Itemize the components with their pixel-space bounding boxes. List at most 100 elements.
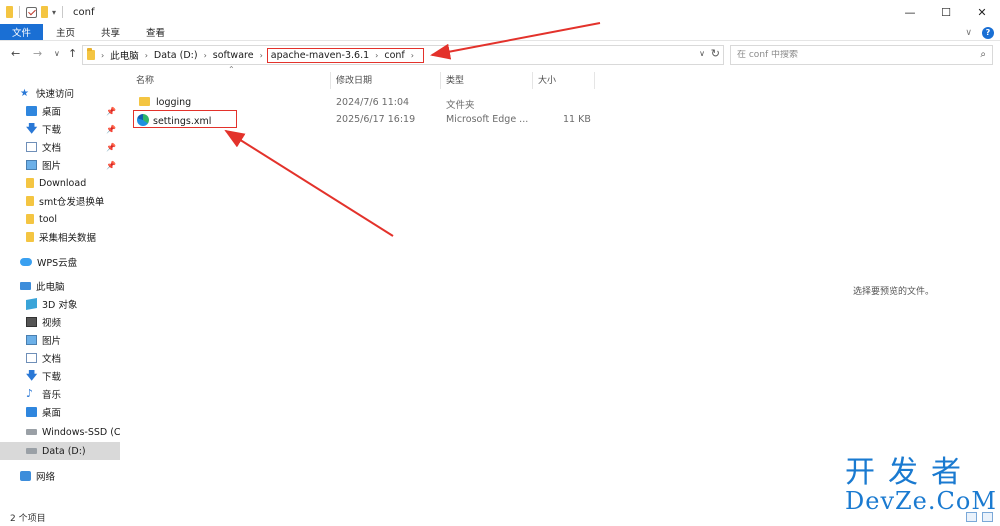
computer-icon — [20, 282, 31, 290]
music-icon: ♪ — [26, 387, 34, 400]
sidebar-item-smt-folder[interactable]: smt仓发退换单 — [26, 192, 120, 210]
sidebar-item-label: 快速访问 — [36, 89, 75, 100]
tab-home[interactable]: 主页 — [43, 24, 88, 40]
sidebar-item-drive-d[interactable]: Data (D:) — [0, 442, 120, 460]
refresh-icon[interactable]: ↻ — [711, 47, 720, 60]
column-divider[interactable] — [440, 72, 441, 89]
column-divider[interactable] — [330, 72, 331, 89]
sidebar-item-wps-cloud[interactable]: WPS云盘 — [20, 253, 120, 271]
breadcrumb-maven[interactable]: apache-maven-3.6.1 — [271, 50, 369, 61]
recent-locations-dropdown[interactable]: ∨ — [54, 49, 60, 58]
sidebar-item-label: smt仓发退换单 — [39, 197, 105, 208]
column-divider[interactable] — [594, 72, 595, 89]
column-header-type[interactable]: 类型 — [446, 72, 532, 87]
folder-icon — [139, 97, 150, 106]
network-icon — [20, 471, 31, 481]
sidebar-item-downloads[interactable]: 🡇 下载 📌 — [26, 120, 120, 138]
sidebar-item-label: 图片 — [42, 161, 62, 172]
sidebar-item-quick-access[interactable]: ★ 快速访问 — [20, 84, 140, 102]
sidebar-item-label: 3D 对象 — [42, 300, 78, 311]
breadcrumb-conf[interactable]: conf — [384, 50, 404, 61]
sidebar-item-label: 图片 — [42, 336, 62, 347]
expand-ribbon-button[interactable]: ∨ — [965, 28, 972, 38]
ribbon-right-controls: ∨ ? — [965, 25, 994, 40]
sidebar-item-label: 桌面 — [42, 107, 62, 118]
minimize-button[interactable]: — — [892, 0, 928, 24]
tab-file[interactable]: 文件 — [0, 24, 44, 40]
breadcrumb-highlight: apache-maven-3.6.1 › conf › — [266, 47, 424, 63]
properties-icon[interactable] — [26, 6, 37, 18]
sidebar-item-label: 视频 — [42, 318, 62, 329]
watermark-line2: DevZe.CoM — [845, 487, 997, 515]
pin-icon: 📌 — [106, 142, 116, 152]
chevron-right-icon: › — [203, 50, 207, 60]
chevron-right-icon: › — [410, 50, 414, 60]
sidebar-item-tool-folder[interactable]: tool — [26, 210, 120, 228]
column-header-date[interactable]: 修改日期 — [336, 72, 440, 87]
help-icon[interactable]: ? — [982, 26, 994, 39]
sidebar-item-videos[interactable]: 视频 — [26, 313, 120, 331]
tab-view[interactable]: 查看 — [133, 24, 178, 40]
video-icon — [26, 317, 37, 327]
sidebar-item-desktop[interactable]: 桌面 📌 — [26, 102, 120, 120]
document-icon — [26, 142, 37, 152]
sidebar-item-pictures[interactable]: 图片 📌 — [26, 156, 120, 174]
search-icon[interactable]: ⌕ — [980, 49, 986, 60]
file-row-logging[interactable]: logging 2024/7/6 11:04 文件夹 — [131, 95, 611, 111]
up-button[interactable]: ↑ — [68, 47, 77, 60]
sidebar-item-label: 下载 — [42, 125, 62, 136]
sidebar-item-download-folder[interactable]: Download — [26, 174, 120, 192]
desktop-icon — [26, 106, 37, 116]
address-dropdown-icon[interactable]: ∨ — [699, 49, 705, 58]
column-divider[interactable] — [532, 72, 533, 89]
download-icon: 🡇 — [26, 122, 38, 135]
download-icon: 🡇 — [26, 369, 38, 382]
file-name: logging — [156, 97, 192, 108]
sidebar-item-collection-folder[interactable]: 采集相关数据 — [26, 228, 120, 246]
forward-button[interactable]: → — [33, 47, 42, 60]
window-controls: — ☐ ✕ — [892, 0, 1000, 24]
file-row-settings[interactable]: settings.xml 2025/6/17 16:19 Microsoft E… — [131, 110, 611, 128]
sidebar-item-label: Download — [39, 177, 87, 189]
search-input[interactable] — [737, 50, 967, 60]
sidebar-item-music[interactable]: ♪ 音乐 — [26, 385, 120, 403]
drive-icon — [26, 429, 37, 435]
maximize-button[interactable]: ☐ — [928, 0, 964, 24]
title-bar: ▾ conf — ☐ ✕ — [0, 0, 1000, 24]
sidebar-item-3d-objects[interactable]: 3D 对象 — [26, 295, 120, 313]
drive-icon — [26, 448, 37, 454]
column-header-size[interactable]: 大小 — [538, 72, 594, 87]
sidebar-item-pc-downloads[interactable]: 🡇 下载 — [26, 367, 120, 385]
ribbon-tabs: 文件 主页 共享 查看 ∨ ? — [0, 24, 1000, 41]
sidebar-item-pc-desktop[interactable]: 桌面 — [26, 403, 120, 421]
sidebar-item-label: 下载 — [42, 372, 62, 383]
sidebar-item-drive-c[interactable]: Windows-SSD (C:) — [26, 423, 120, 441]
breadcrumb-data-drive[interactable]: Data (D:) — [154, 50, 198, 61]
file-name-cell: settings.xml — [137, 114, 211, 127]
sidebar-item-label: 此电脑 — [36, 282, 65, 293]
column-header-name[interactable]: 名称 — [136, 72, 330, 87]
file-type: Microsoft Edge ... — [446, 114, 529, 125]
folder-icon — [26, 214, 34, 224]
breadcrumb-this-pc[interactable]: 此电脑 — [110, 48, 139, 62]
sidebar-item-network[interactable]: 网络 — [20, 467, 120, 485]
close-button[interactable]: ✕ — [964, 0, 1000, 24]
sidebar-item-label: 文档 — [42, 354, 62, 365]
edge-icon — [137, 114, 149, 126]
sidebar-item-this-pc[interactable]: 此电脑 — [20, 277, 120, 295]
new-folder-icon[interactable] — [41, 6, 48, 18]
file-size: 11 KB — [563, 114, 591, 125]
back-button[interactable]: ← — [11, 47, 20, 60]
sidebar-item-label: Windows-SSD (C:) — [42, 426, 120, 438]
chevron-right-icon: › — [101, 50, 105, 60]
sidebar-item-label: 音乐 — [42, 390, 62, 401]
sidebar-item-label: WPS云盘 — [37, 258, 78, 269]
customize-toolbar-dropdown[interactable]: ▾ — [52, 8, 56, 17]
sidebar-item-documents[interactable]: 文档 📌 — [26, 138, 120, 156]
sidebar-item-label: 文档 — [42, 143, 62, 154]
sidebar-item-pc-pictures[interactable]: 图片 — [26, 331, 120, 349]
sidebar-item-pc-documents[interactable]: 文档 — [26, 349, 120, 367]
address-bar[interactable]: › 此电脑 › Data (D:) › software › apache-ma… — [82, 45, 724, 65]
breadcrumb-software[interactable]: software — [213, 50, 254, 61]
tab-share[interactable]: 共享 — [88, 24, 133, 40]
